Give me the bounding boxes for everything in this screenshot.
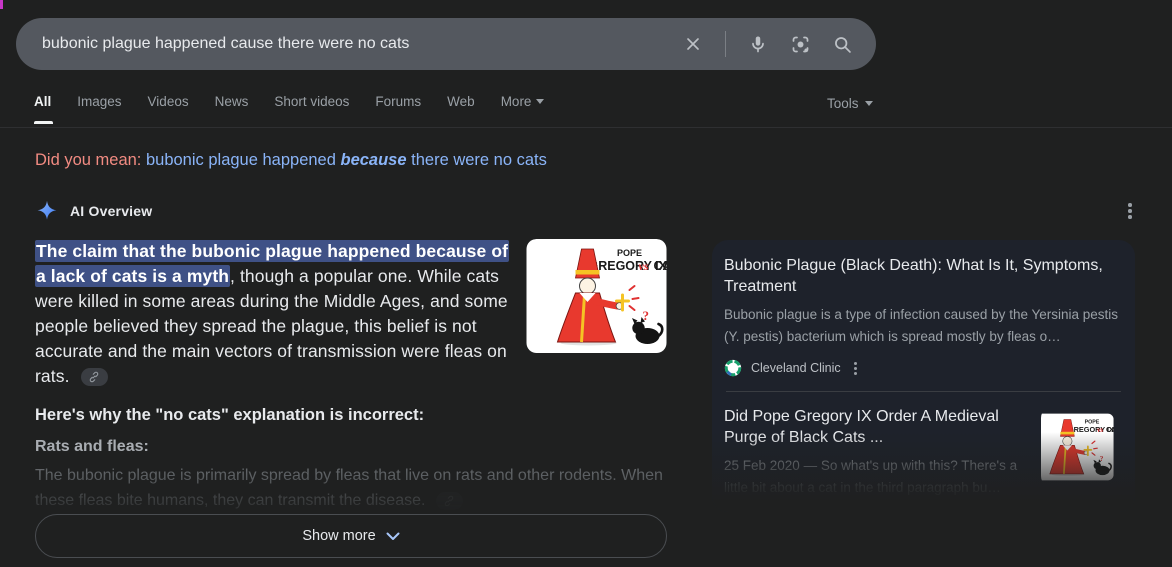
result-type-tabs: All Images Videos News Short videos Foru… — [34, 94, 545, 109]
screen-edge-artifact — [0, 0, 3, 9]
spelling-suggestion-link[interactable]: bubonic plague happened because there we… — [141, 151, 547, 169]
tab-more[interactable]: More — [501, 94, 545, 109]
source-result: Did Pope Gregory IX Order A Medieval Pur… — [724, 406, 1123, 512]
cleveland-clinic-favicon — [724, 359, 742, 377]
source-result: Bubonic Plague (Black Death): What Is It… — [724, 255, 1123, 377]
ai-overview-sources-card: Bubonic Plague (Black Death): What Is It… — [712, 240, 1135, 512]
result-source-row: Cleveland Clinic — [724, 359, 1123, 377]
search-bar-divider — [725, 31, 726, 57]
ai-overview-paragraph: The claim that the bubonic plague happen… — [35, 240, 510, 387]
clear-search-button[interactable] — [679, 30, 707, 58]
did-you-mean-label: Did you mean: — [35, 151, 142, 169]
ai-overview-section-heading: Here's why the "no cats" explanation is … — [35, 406, 425, 424]
tab-images[interactable]: Images — [77, 94, 121, 109]
search-submit-button[interactable] — [828, 30, 856, 58]
lens-search-button[interactable] — [786, 30, 814, 58]
result-title-link[interactable]: Did Pope Gregory IX Order A Medieval Pur… — [724, 406, 1029, 448]
citation-link-button[interactable] — [80, 368, 108, 387]
search-bar[interactable] — [16, 18, 876, 70]
link-icon — [445, 495, 454, 506]
tools-button[interactable]: Tools — [827, 96, 873, 111]
tab-short-videos[interactable]: Short videos — [274, 94, 349, 109]
result-thumbnail-pope-gregory-vs-cats[interactable] — [1041, 406, 1123, 488]
card-divider — [726, 391, 1121, 392]
result-snippet: Bubonic plague is a type of infection ca… — [724, 307, 1119, 344]
header-divider — [0, 127, 1172, 128]
ai-overview-faded-text: The bubonic plague is primarily spread b… — [35, 467, 663, 510]
tab-forums[interactable]: Forums — [375, 94, 421, 109]
did-you-mean: Did you mean: bubonic plague happened be… — [35, 151, 547, 170]
search-input[interactable] — [42, 35, 679, 53]
result-title-link[interactable]: Bubonic Plague (Black Death): What Is It… — [724, 255, 1123, 297]
microphone-icon — [752, 36, 764, 53]
ai-overview-subheading: Rats and fleas: — [35, 438, 149, 455]
ai-overview-title: AI Overview — [70, 203, 153, 219]
museum-hack-favicon — [728, 510, 738, 512]
tab-all[interactable]: All — [34, 94, 51, 109]
suggestion-emphasis: because — [340, 151, 407, 169]
tab-news[interactable]: News — [215, 94, 249, 109]
google-lens-icon — [792, 36, 808, 52]
ai-overview-body: The claim that the bubonic plague happen… — [35, 239, 667, 513]
tab-videos[interactable]: Videos — [148, 94, 189, 109]
chevron-down-icon — [864, 101, 873, 106]
citation-link-button[interactable] — [435, 491, 463, 510]
close-icon — [687, 38, 699, 50]
ai-overview-menu-button[interactable] — [1122, 201, 1138, 221]
source-name: Cleveland Clinic — [751, 361, 841, 375]
ai-overview-image-pope-gregory-vs-cats[interactable] — [526, 239, 667, 353]
ai-sparkle-icon — [37, 200, 57, 220]
result-menu-button[interactable] — [853, 361, 857, 375]
result-snippet: 25 Feb 2020 — So what's up with this? Th… — [724, 458, 1018, 495]
ai-overview-header: AI Overview — [36, 200, 152, 222]
tab-web[interactable]: Web — [447, 94, 475, 109]
search-icon — [834, 36, 851, 53]
result-source-row: Museum Hack — [724, 510, 1029, 512]
chevron-down-icon — [536, 99, 545, 104]
chevron-down-icon — [386, 532, 400, 540]
show-more-button[interactable]: Show more — [35, 514, 667, 558]
link-icon — [89, 372, 99, 383]
voice-search-button[interactable] — [744, 30, 772, 58]
active-tab-underline — [34, 121, 53, 124]
